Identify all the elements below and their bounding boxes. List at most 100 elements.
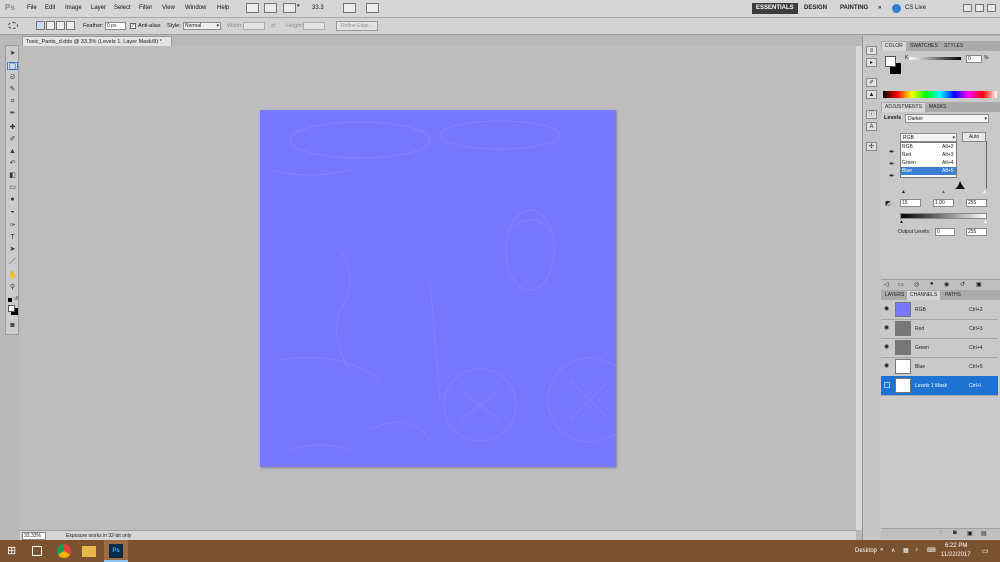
clipping-icon[interactable]: ◩ xyxy=(885,200,891,207)
document-canvas[interactable] xyxy=(260,110,616,467)
clock-date[interactable]: 11/22/2017 xyxy=(941,552,971,558)
input-gamma-field[interactable]: 1.00 xyxy=(933,199,954,207)
add-selection-icon[interactable] xyxy=(46,21,55,30)
chevron-down-icon[interactable]: ▾ xyxy=(297,3,310,13)
document-tab[interactable]: Toxic_Pants_d.dds @ 33.3% (Levels 1, Lay… xyxy=(22,36,172,46)
clone-source-panel-icon[interactable]: ▲ xyxy=(866,90,877,99)
pen-tool-icon[interactable]: ✑ xyxy=(7,222,18,230)
height-input[interactable] xyxy=(303,22,325,30)
tab-color[interactable]: COLOR xyxy=(882,42,906,51)
cs-live-icon[interactable] xyxy=(892,4,901,13)
foreground-color-swatch[interactable] xyxy=(885,56,896,67)
move-tool-icon[interactable]: ➤ xyxy=(7,50,18,58)
channel-row-red[interactable]: ◉ Red Ctrl+3 xyxy=(881,319,998,339)
tab-layers[interactable]: LAYERS xyxy=(882,291,907,300)
output-white-field[interactable]: 255 xyxy=(966,228,987,236)
quick-select-tool-icon[interactable]: ✎ xyxy=(7,86,18,94)
load-selection-icon[interactable]: ◌ xyxy=(939,530,943,536)
delete-adjustment-icon[interactable]: ▣ xyxy=(976,281,982,288)
previous-state-icon[interactable]: ◉ xyxy=(944,281,949,288)
channel-option-rgb[interactable]: RGB Alt+2 xyxy=(901,143,956,151)
menu-help[interactable]: Help xyxy=(217,5,229,11)
line-tool-icon[interactable]: ／ xyxy=(7,258,18,266)
output-white-slider[interactable]: ▲ xyxy=(983,219,988,225)
input-gamma-slider[interactable]: ▲ xyxy=(941,189,946,195)
channel-row-blue[interactable]: ◉ Blue Ctrl+5 xyxy=(881,357,998,377)
tab-paths[interactable]: PATHS xyxy=(942,291,964,300)
zoom-field[interactable]: 33.33% xyxy=(22,532,46,540)
white-point-eyedropper-icon[interactable]: ✒ xyxy=(889,172,895,180)
path-selection-tool-icon[interactable]: ➤ xyxy=(7,246,18,254)
menu-layer[interactable]: Layer xyxy=(91,5,106,11)
visibility-box[interactable] xyxy=(884,382,890,388)
minimize-icon[interactable] xyxy=(963,4,972,12)
clone-stamp-tool-icon[interactable]: ▲ xyxy=(7,148,18,156)
marquee-tool-icon[interactable]: ◯ xyxy=(7,62,18,70)
intersect-selection-icon[interactable] xyxy=(66,21,75,30)
arrange-documents-icon[interactable] xyxy=(343,3,356,13)
actions-panel-icon[interactable]: ▸ xyxy=(866,58,877,67)
input-black-slider[interactable]: ▲ xyxy=(901,189,906,195)
output-black-slider[interactable]: ▲ xyxy=(899,219,904,225)
more-workspaces-button[interactable]: » xyxy=(874,3,885,14)
color-spectrum[interactable] xyxy=(883,91,997,98)
tab-swatches[interactable]: SWATCHES xyxy=(907,42,941,51)
feather-input[interactable]: 0 px xyxy=(105,22,126,30)
zoom-tool-icon[interactable]: ⚲ xyxy=(7,284,18,292)
antialias-checkbox[interactable]: ✓ xyxy=(130,23,136,29)
preset-select[interactable]: Darker ▾ xyxy=(905,114,989,123)
keyboard-icon[interactable]: ⌨ xyxy=(927,547,936,554)
k-slider[interactable] xyxy=(909,57,961,60)
history-panel-icon[interactable]: ≡ xyxy=(866,46,877,55)
eye-icon[interactable]: ◉ xyxy=(884,325,890,331)
expand-view-icon[interactable]: ▭ xyxy=(898,281,904,288)
channel-row-rgb[interactable]: ◉ RGB Ctrl+2 xyxy=(881,300,998,320)
lasso-tool-icon[interactable]: ᘐ xyxy=(7,74,18,82)
chevron-double-icon[interactable]: » xyxy=(880,547,883,553)
clock-time[interactable]: 6:22 PM xyxy=(945,543,967,549)
dodge-tool-icon[interactable]: ◒ xyxy=(7,208,18,216)
swap-icon[interactable]: ⇄ xyxy=(271,23,276,29)
file-explorer-icon[interactable] xyxy=(82,546,96,557)
chrome-icon[interactable] xyxy=(57,544,71,558)
input-black-field[interactable]: 15 xyxy=(900,199,921,207)
tab-channels[interactable]: CHANNELS xyxy=(907,291,941,300)
delete-channel-icon[interactable]: ▤ xyxy=(981,530,987,537)
character-panel-icon[interactable]: A xyxy=(866,122,877,131)
type-tool-icon[interactable]: T xyxy=(7,234,18,242)
black-point-eyedropper-icon[interactable]: ✒ xyxy=(889,148,895,156)
auto-button[interactable]: Auto xyxy=(962,132,986,142)
launch-bridge-icon[interactable] xyxy=(246,3,259,13)
eraser-tool-icon[interactable]: ◧ xyxy=(7,172,18,180)
windows-start-icon[interactable]: ⊞ xyxy=(7,544,21,558)
elliptical-marquee-icon[interactable] xyxy=(8,22,18,29)
menu-filter[interactable]: Filter xyxy=(139,5,152,11)
menu-edit[interactable]: Edit xyxy=(45,5,55,11)
brush-tool-icon[interactable]: ✐ xyxy=(7,136,18,144)
menu-view[interactable]: View xyxy=(162,5,175,11)
history-brush-tool-icon[interactable]: ↶ xyxy=(7,160,18,168)
input-white-slider[interactable]: ▲ xyxy=(982,189,987,195)
menu-window[interactable]: Window xyxy=(185,5,206,11)
volume-icon[interactable]: ♪ xyxy=(915,547,918,553)
style-select[interactable]: Normal ▾ xyxy=(183,22,221,30)
channel-option-green[interactable]: Green Alt+4 xyxy=(901,159,956,167)
width-input[interactable] xyxy=(243,22,265,30)
info-panel-icon[interactable]: ⓘ xyxy=(866,110,877,119)
eye-icon[interactable]: ◉ xyxy=(884,363,890,369)
channel-option-red[interactable]: Red Alt+3 xyxy=(901,151,956,159)
return-to-list-icon[interactable]: ◁ xyxy=(884,281,889,288)
healing-brush-tool-icon[interactable]: ✚ xyxy=(7,124,18,132)
visibility-icon[interactable]: ● xyxy=(930,281,934,287)
channel-select[interactable]: RGB ▾ xyxy=(900,133,957,142)
input-white-field[interactable]: 255 xyxy=(966,199,987,207)
swap-colors-icon[interactable]: ↺ xyxy=(14,296,18,302)
subtract-selection-icon[interactable] xyxy=(56,21,65,30)
refine-edge-button[interactable]: Refine Edge... xyxy=(336,21,378,31)
restore-icon[interactable] xyxy=(975,4,984,12)
eye-icon[interactable]: ◉ xyxy=(884,306,890,312)
channel-option-blue[interactable]: Blue Alt+5 xyxy=(901,167,956,175)
notifications-icon[interactable]: ▭ xyxy=(982,547,989,555)
reset-icon[interactable]: ↺ xyxy=(960,281,965,288)
workspace-painting[interactable]: PAINTING xyxy=(836,3,872,14)
